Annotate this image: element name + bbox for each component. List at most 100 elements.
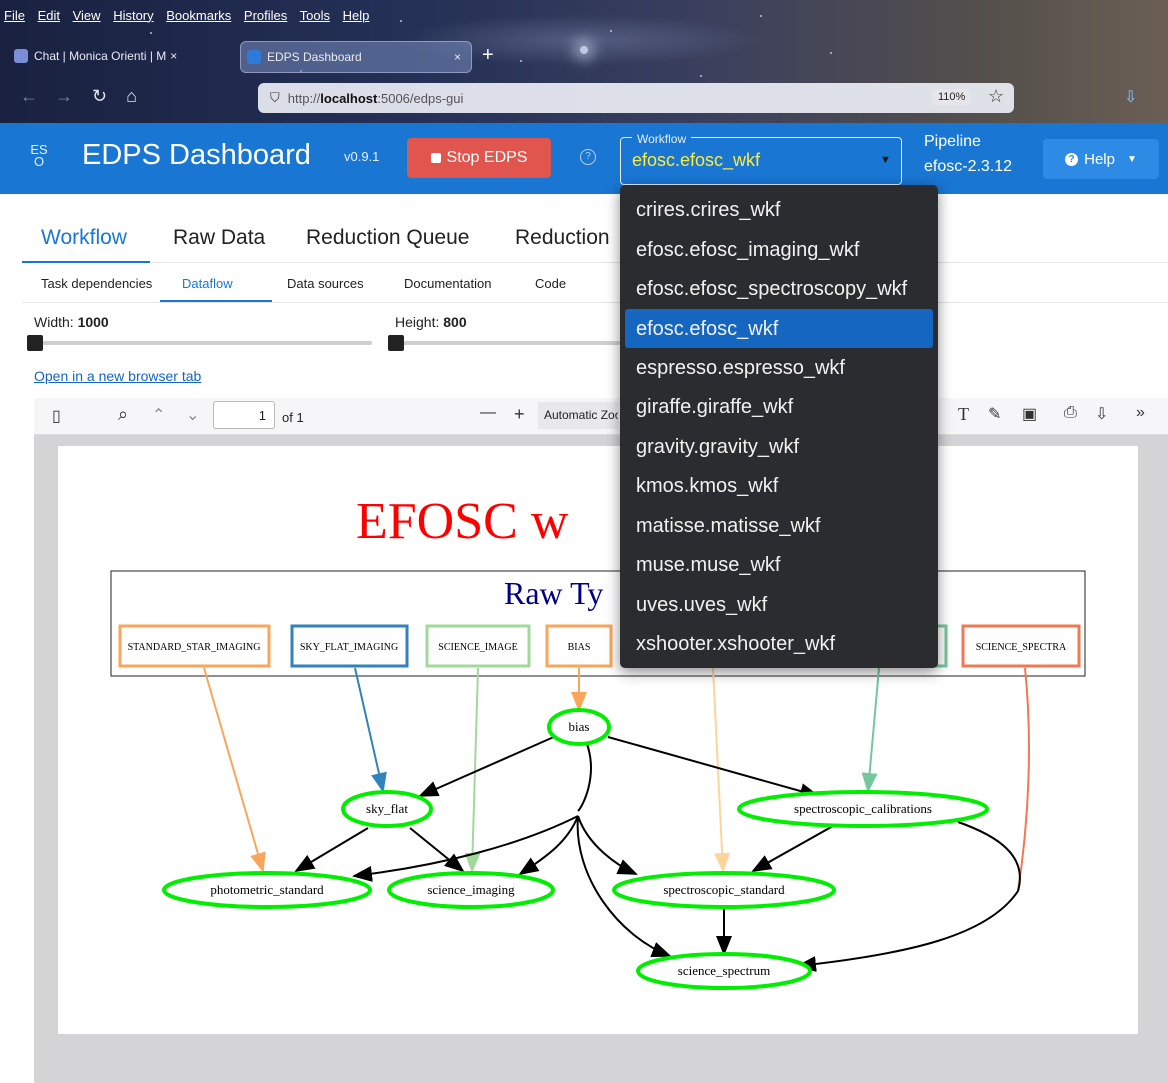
workflow-option[interactable]: crires.crires_wkf — [636, 199, 780, 222]
stop-edps-button[interactable]: Stop EDPS — [407, 138, 551, 178]
workflow-option[interactable]: efosc.efosc_spectroscopy_wkf — [636, 278, 907, 301]
tab-raw-data[interactable]: Raw Data — [173, 226, 265, 250]
help-circle-icon[interactable]: ? — [580, 149, 596, 165]
workflow-option[interactable]: giraffe.giraffe_wkf — [636, 396, 793, 419]
active-tab-indicator — [22, 261, 150, 263]
pdf-page: EFOSC w Raw Ty STANDARD_STAR_IMAGING SKY… — [58, 446, 1138, 1034]
shield-icon: ⛉ — [270, 90, 280, 105]
height-slider-track[interactable] — [395, 341, 620, 345]
search-icon[interactable]: ⌕ — [118, 404, 128, 425]
edge — [607, 736, 820, 799]
raw-type-label: SCIENCE_IMAGE — [438, 642, 517, 653]
question-icon: ? — [1065, 152, 1079, 166]
workflow-option[interactable]: espresso.espresso_wkf — [636, 357, 845, 380]
workflow-option[interactable]: muse.muse_wkf — [636, 554, 781, 577]
task-label: photometric_standard — [210, 882, 324, 897]
url-bar[interactable]: ⛉ http:// localhost :5006/edps-gui — [258, 83, 1014, 113]
forward-icon[interactable]: → — [55, 86, 73, 106]
raw-type-label: SKY_FLAT_IMAGING — [300, 642, 398, 653]
more-tools-icon[interactable]: » — [1136, 404, 1145, 422]
menu-profiles[interactable]: Profiles — [244, 8, 287, 23]
task-label: science_spectrum — [678, 963, 770, 978]
workflow-option[interactable]: uves.uves_wkf — [636, 594, 767, 617]
subtab-code[interactable]: Code — [535, 276, 566, 291]
raw-type-label: BIAS — [568, 642, 591, 653]
menu-view[interactable]: View — [73, 8, 101, 23]
tab-title: EDPS Dashboard — [267, 50, 362, 64]
eso-logo-icon: ES O — [30, 142, 48, 169]
diagram-title: EFOSC w — [356, 493, 569, 550]
menu-history[interactable]: History — [113, 8, 153, 23]
bookmark-star-icon[interactable]: ☆ — [988, 86, 1004, 107]
task-label: science_imaging — [427, 882, 515, 897]
edge — [577, 815, 638, 875]
browser-tab-edps[interactable]: EDPS Dashboard × — [240, 41, 472, 73]
new-tab-button[interactable]: + — [482, 44, 494, 67]
menu-file[interactable]: File — [4, 8, 25, 23]
tab-reduction[interactable]: Reduction — [515, 226, 610, 250]
open-new-tab-link[interactable]: Open in a new browser tab — [34, 368, 201, 384]
task-label: sky_flat — [366, 801, 408, 816]
browser-tab-chat[interactable]: Chat | Monica Orienti | M × — [8, 41, 232, 71]
back-icon[interactable]: ← — [20, 86, 38, 106]
workflow-option[interactable]: efosc.efosc_imaging_wkf — [636, 239, 859, 262]
download-icon[interactable]: ⇩ — [1124, 87, 1137, 107]
print-icon[interactable]: ⎙ — [1064, 404, 1077, 422]
subtab-documentation[interactable]: Documentation — [404, 276, 491, 291]
height-label: Height: — [395, 314, 440, 330]
help-button[interactable]: ? Help ▼ — [1043, 139, 1159, 179]
workflow-option[interactable]: gravity.gravity_wkf — [636, 436, 799, 459]
tab-reduction-queue[interactable]: Reduction Queue — [306, 226, 469, 250]
close-tab-icon[interactable]: × — [170, 49, 177, 63]
next-page-icon[interactable]: ⌄ — [186, 405, 199, 425]
zoom-select[interactable]: Automatic Zoom — [538, 402, 618, 429]
dropdown-caret-icon[interactable]: ▼ — [880, 154, 891, 166]
menu-bookmarks[interactable]: Bookmarks — [166, 8, 231, 23]
edps-favicon-icon — [247, 50, 261, 64]
raw-types-title: Raw Ty — [504, 575, 603, 611]
workflow-options-list: crires.crires_wkf efosc.efosc_imaging_wk… — [620, 185, 938, 668]
subtab-dataflow[interactable]: Dataflow — [182, 276, 233, 291]
tab-workflow[interactable]: Workflow — [41, 226, 127, 250]
prev-page-icon[interactable]: ⌃ — [152, 405, 165, 425]
workflow-option[interactable]: kmos.kmos_wkf — [636, 475, 778, 498]
workflow-option[interactable]: xshooter.xshooter_wkf — [636, 633, 835, 656]
nav-buttons: ← → ↻ ⌂ — [20, 86, 137, 107]
zoom-out-icon[interactable]: — — [480, 404, 496, 422]
text-tool-icon[interactable]: T — [958, 404, 969, 425]
reload-icon[interactable]: ↻ — [92, 86, 107, 106]
workflow-option-selected[interactable]: efosc.efosc_wkf — [636, 318, 778, 341]
workflow-option[interactable]: matisse.matisse_wkf — [636, 515, 821, 538]
zoom-indicator[interactable]: 110% — [932, 89, 972, 105]
task-label: spectroscopic_calibrations — [794, 801, 932, 816]
height-value: 800 — [443, 314, 467, 330]
height-slider-thumb[interactable] — [388, 335, 404, 351]
workflow-value: efosc.efosc_wkf — [632, 150, 761, 170]
home-icon[interactable]: ⌂ — [126, 86, 137, 106]
raw-type-label: SCIENCE_SPECTRA — [976, 642, 1067, 653]
url-host: localhost — [320, 90, 378, 106]
width-slider-track[interactable] — [34, 341, 372, 345]
menu-tools[interactable]: Tools — [300, 8, 330, 23]
subtab-task-dependencies[interactable]: Task dependencies — [41, 276, 152, 291]
page-number-input[interactable]: 1 — [213, 401, 275, 429]
pipeline-value: efosc-2.3.12 — [924, 158, 1013, 175]
width-label: Width: — [34, 314, 74, 330]
save-icon[interactable]: ⇩ — [1095, 404, 1108, 424]
dataflow-diagram: EFOSC w Raw Ty STANDARD_STAR_IMAGING SKY… — [110, 493, 1086, 990]
draw-tool-icon[interactable]: ✎ — [988, 404, 1001, 424]
menu-help[interactable]: Help — [343, 8, 370, 23]
url-prefix: http:// — [287, 90, 321, 106]
stop-edps-label: Stop EDPS — [446, 149, 528, 166]
sidebar-toggle-icon[interactable]: ▯ — [52, 406, 61, 426]
width-slider-thumb[interactable] — [27, 335, 43, 351]
browser-menubar: File Edit View History Bookmarks Profile… — [4, 8, 378, 28]
subtab-data-sources[interactable]: Data sources — [287, 276, 364, 291]
edge — [409, 827, 465, 873]
app-version: v0.9.1 — [344, 149, 380, 164]
pipeline-label: Pipeline — [924, 133, 981, 150]
menu-edit[interactable]: Edit — [38, 8, 60, 23]
close-tab-icon[interactable]: × — [454, 50, 461, 64]
zoom-in-icon[interactable]: + — [514, 404, 525, 425]
image-tool-icon[interactable]: ▣ — [1022, 404, 1037, 424]
